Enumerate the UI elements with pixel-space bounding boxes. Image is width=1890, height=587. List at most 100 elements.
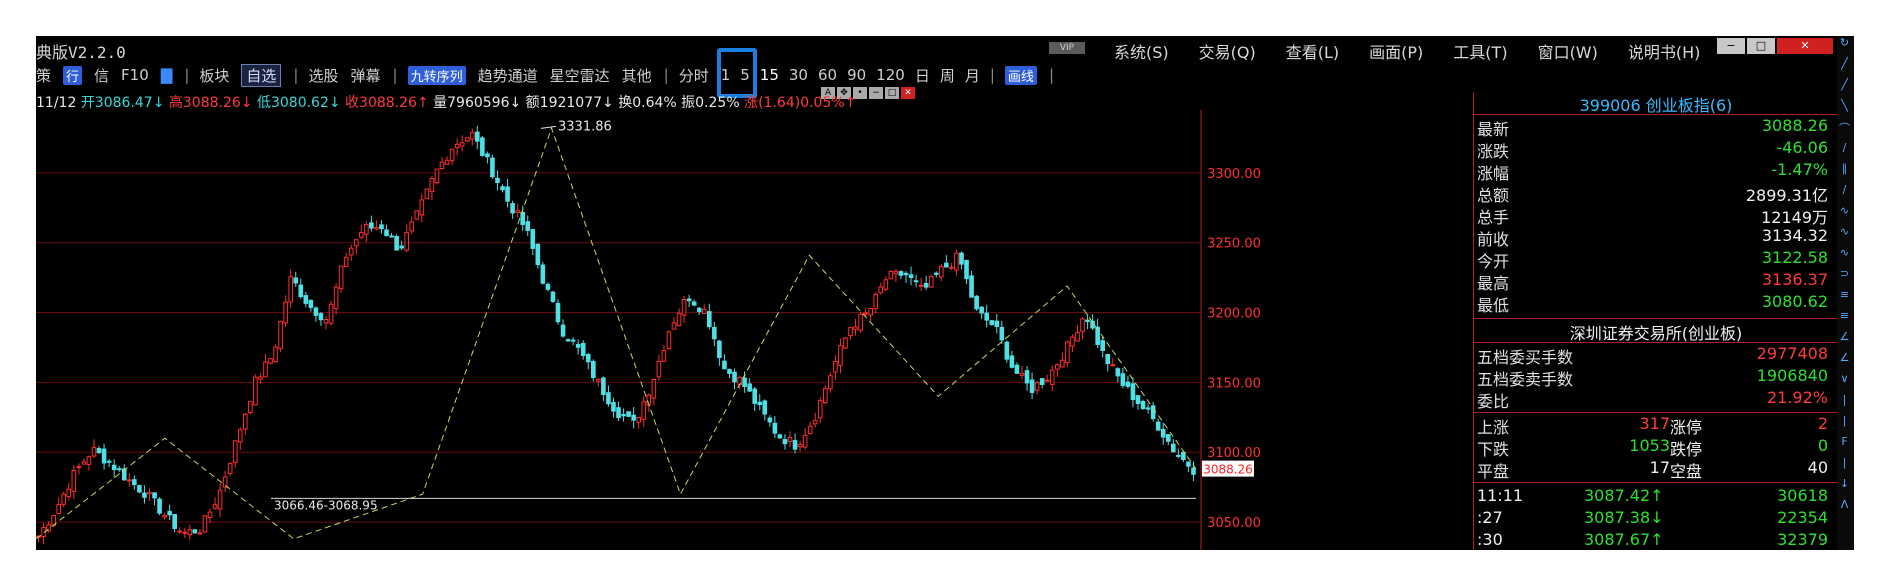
candle-body [116,468,122,471]
draw-tool-icon[interactable]: | [1837,393,1852,414]
draw-tool-icon[interactable]: ∕ [1837,141,1852,162]
kline-chart[interactable]: 3050.00 3100.00 3150.00 3200.00 3250.00 3300.… [36,110,1472,550]
tool-jiuzhuan[interactable]: 九转序列 [407,65,466,85]
quote-row-label: 总手 [1477,208,1510,227]
period-day[interactable]: 日 [915,65,930,86]
restore-chart-icon[interactable]: □ [885,87,899,99]
quote-row-value: 3088.26 [1761,116,1828,135]
tick-row: :27 3087.38↓ 22354 [1474,508,1838,530]
draw-tool-icon[interactable]: ∥ [1837,162,1852,183]
candle-body [797,443,803,448]
draw-tool-icon[interactable]: ╲ [1837,99,1852,120]
panel-header[interactable]: 399006 创业板指(6) [1474,92,1838,115]
candle-body [127,479,132,482]
candle-body [641,401,647,420]
candle-body [202,515,208,533]
candle-body [91,446,97,457]
draw-tool-icon[interactable]: Λ [1837,498,1852,519]
draw-tool-icon[interactable]: ↓ [1837,477,1852,498]
draw-tool-icon[interactable]: ∠ [1837,351,1852,372]
tool-other-dropdown[interactable]: 其他 [622,65,652,86]
tool-danmu[interactable]: 弹幕 [350,65,380,86]
candle-body [444,159,450,165]
tool-xuangu[interactable]: 选股 [308,65,338,86]
candle-body [792,440,798,450]
candle-body [1044,379,1050,382]
period-week[interactable]: 周 [940,65,955,86]
candle-body [359,232,364,238]
maximize-button[interactable]: □ [1747,38,1775,54]
tool-bankuai[interactable]: 板块 [199,65,229,86]
order-row-label: 五档委卖手数 [1477,370,1574,389]
tool-quote[interactable]: 行 [63,65,83,85]
tool-xingkong[interactable]: 星空雷达 [550,65,610,86]
window-icon[interactable]: ▇ [161,66,173,84]
y-tick-label: 3200.00 [1207,307,1261,322]
draw-tool-icon[interactable]: ≡ [1837,288,1852,309]
kline-svg[interactable]: 3050.00 3100.00 3150.00 3200.00 3250.00 3300.… [36,110,1472,550]
y-tick-label: 3300.00 [1207,167,1261,182]
quote-row-value: 2899.31亿 [1745,186,1828,205]
quote-row: 涨幅 -1.47% [1474,160,1838,183]
draw-tool-icon[interactable]: ≡ [1837,309,1852,330]
tool-info[interactable]: 信 [94,65,109,86]
draw-tool-icon[interactable]: ∿ [1837,246,1852,267]
tool-huaxian[interactable]: 画线 [1004,65,1037,85]
minimize-chart-icon[interactable]: − [869,87,883,99]
close-chart-icon[interactable]: ✕ [901,87,915,99]
draw-tool-icon[interactable]: ╱ [1837,57,1852,78]
tool-qushi[interactable]: 趋势通道 [478,65,538,86]
zixuan-dropdown[interactable]: 自选 [241,63,282,87]
last-price-label: 3088.26 [1203,463,1253,477]
draw-tool-icon[interactable]: ∨ [1837,372,1852,393]
candle-body [1176,454,1181,457]
order-row-value: 2977408 [1756,344,1828,363]
period-30[interactable]: 30 [789,66,808,84]
menu-tools[interactable]: 工具(T) [1453,39,1507,63]
breadth-count: 17 [1649,458,1670,477]
info-high: 高3088.26↓ [168,95,253,111]
candle-body [399,245,404,249]
draw-tool-icon[interactable]: F [1837,435,1852,456]
period-month[interactable]: 月 [965,65,980,86]
candle-body [1055,364,1060,370]
tool-f10[interactable]: F10 [121,66,149,84]
close-button[interactable]: ✕ [1777,38,1833,54]
candle-body [601,377,606,396]
candle-body [61,493,67,505]
draw-tool-icon[interactable]: ∿ [1837,204,1852,225]
period-90[interactable]: 90 [847,66,866,84]
draw-tool-icon[interactable]: ⊃ [1837,267,1852,288]
draw-tool-icon[interactable]: ╱ [1837,78,1852,99]
period-60[interactable]: 60 [818,66,837,84]
draw-tool-icon[interactable]: | [1837,414,1852,435]
draw-tool-icon[interactable]: ⌒ [1837,120,1852,141]
info-date: 11/12 [36,95,77,111]
menu-screen[interactable]: 画面(P) [1369,39,1423,63]
candle-body [258,376,263,380]
menu-help[interactable]: 说明书(H) [1628,39,1701,63]
candle-body [182,531,188,534]
menu-system[interactable]: 系统(S) [1114,39,1169,63]
candle-body [237,429,243,443]
minimize-button[interactable]: − [1717,38,1745,54]
candle-body [873,293,879,310]
draw-tool-icon[interactable]: | [1837,456,1852,477]
draw-tool-icon[interactable]: ∿ [1837,225,1852,246]
breadth-row: 下跌 0 1053 跌停 [1474,436,1838,459]
menu-view[interactable]: 查看(L) [1286,39,1339,63]
draw-tool-icon[interactable]: ∕ [1837,183,1852,204]
vip-badge[interactable]: VIP [1049,42,1085,54]
tick-row: 11:11 3087.42↑ 30618 [1474,486,1838,508]
period-120[interactable]: 120 [876,66,905,84]
menu-trade[interactable]: 交易(Q) [1199,39,1256,63]
draw-tool-icon[interactable]: ↻ [1837,36,1852,57]
candle-body [1060,359,1065,368]
draw-tool-icon[interactable]: ∠ [1837,330,1852,351]
candle-body [207,511,213,518]
tool-strategy[interactable]: 策 [36,65,51,86]
tool-fenshi[interactable]: 分时 [679,65,709,86]
info-change: 涨(1.64)0.05%↑ [744,95,857,111]
menu-window[interactable]: 窗口(W) [1538,39,1598,63]
period-15[interactable]: 15 [760,66,779,84]
